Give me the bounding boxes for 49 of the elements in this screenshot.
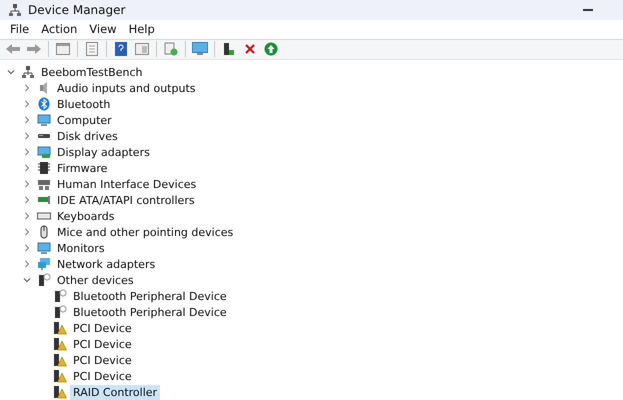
tree-item[interactable]: Keyboards (54, 208, 118, 224)
unknown-device-icon (37, 273, 51, 287)
menu-item[interactable]: Help (122, 22, 161, 36)
tree-item[interactable]: Bluetooth (54, 96, 114, 112)
tree-item[interactable]: BeebomTestBench (38, 64, 146, 80)
monitor-icon (37, 113, 51, 127)
tree-item[interactable]: Network adapters (54, 256, 158, 272)
tree-item[interactable]: PCI Device (70, 368, 135, 384)
bluetooth-icon (37, 97, 51, 111)
tree-item[interactable]: PCI Device (70, 320, 135, 336)
warning-device-icon (53, 321, 67, 335)
menu-item[interactable]: View (83, 22, 123, 36)
window-title: Device Manager (28, 3, 126, 17)
enable-device-icon[interactable] (262, 40, 280, 58)
tree-item[interactable]: Bluetooth Peripheral Device (70, 304, 230, 320)
controller-card-icon (37, 193, 51, 207)
warning-device-icon (53, 353, 67, 367)
tree-item[interactable]: Human Interface Devices (54, 176, 200, 192)
tree-item[interactable]: Audio inputs and outputs (54, 80, 198, 96)
disk-drive-icon (37, 134, 51, 138)
display-adapter-icon (37, 145, 51, 159)
tree-item[interactable]: Computer (54, 112, 115, 128)
menu-item[interactable]: Action (35, 22, 84, 36)
unknown-device-icon (53, 305, 67, 319)
menu-item[interactable]: File (4, 22, 36, 36)
tree-item[interactable]: Display adapters (54, 144, 153, 160)
tree-item[interactable]: Monitors (54, 240, 108, 256)
tree-item[interactable]: Bluetooth Peripheral Device (70, 288, 230, 304)
scan-hardware-icon[interactable] (162, 40, 180, 58)
warning-device-icon (53, 369, 67, 383)
warning-device-icon (53, 337, 67, 351)
warning-device-icon (53, 385, 67, 399)
tree-item[interactable]: Mice and other pointing devices (54, 224, 236, 240)
keyboard-mouse-icon (37, 177, 51, 191)
tree-item[interactable]: IDE ATA/ATAPI controllers (54, 192, 198, 208)
tree-item[interactable]: PCI Device (70, 352, 135, 368)
tree-item[interactable]: Disk drives (54, 128, 121, 144)
tree-item[interactable]: Firmware (54, 160, 110, 176)
unknown-device-icon (53, 289, 67, 303)
help-icon[interactable] (112, 40, 130, 58)
tree-item[interactable]: RAID Controller (70, 384, 160, 400)
tree-item[interactable]: PCI Device (70, 336, 135, 352)
network-adapter-icon (37, 257, 51, 271)
properties-icon[interactable] (83, 40, 101, 58)
app-icon (8, 3, 22, 17)
network-tree-icon (21, 65, 35, 79)
monitor-icon (37, 241, 51, 255)
tree-item[interactable]: Other devices (54, 272, 137, 288)
chip-icon (37, 161, 51, 175)
